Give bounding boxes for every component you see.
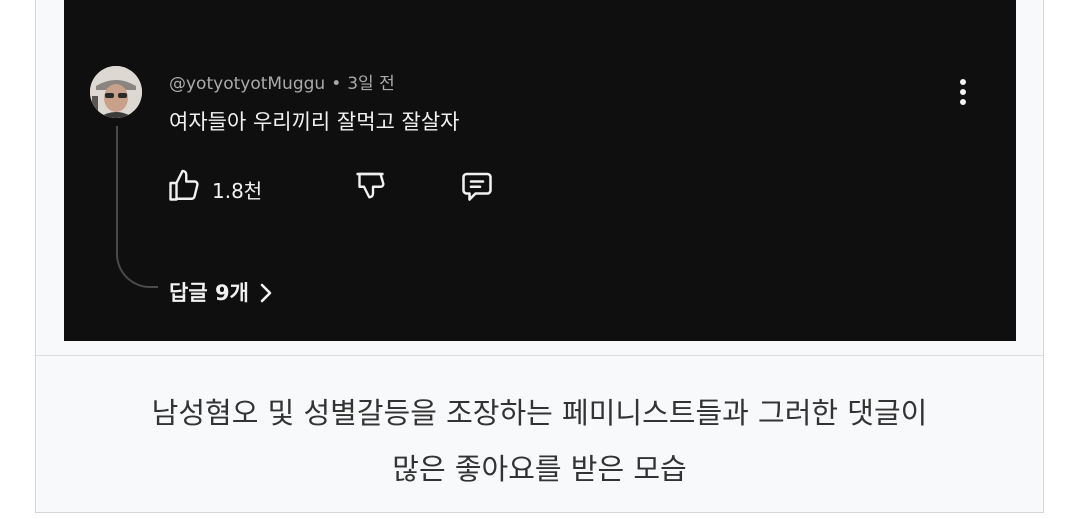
view-replies-button[interactable]: 답글 9개: [169, 277, 273, 307]
caption-line-2: 많은 좋아요를 받은 모습: [392, 452, 687, 486]
comment-timestamp[interactable]: 3일 전: [347, 74, 395, 94]
comment-screenshot: @yotyotyotMuggu • 3일 전 여자들아 우리끼리 잘먹고 잘살자 1…: [64, 0, 1016, 341]
comment-text: 여자들아 우리끼리 잘먹고 잘살자: [169, 110, 460, 134]
avatar[interactable]: [90, 66, 142, 118]
chevron-right-icon: [260, 283, 272, 303]
more-vert-icon[interactable]: [952, 76, 974, 108]
image-figure: @yotyotyotMuggu • 3일 전 여자들아 우리끼리 잘먹고 잘살자 1…: [35, 0, 1044, 513]
avatar-photo-icon: [90, 66, 142, 118]
thumbs-up-icon[interactable]: [166, 168, 202, 204]
header-separator: •: [331, 74, 342, 94]
caption-line-1: 남성혐오 및 성별갈등을 조장하는 페미니스트들과 그러한 댓글이: [151, 396, 928, 430]
comment-header: @yotyotyotMuggu • 3일 전: [169, 69, 395, 94]
comment-reply-icon[interactable]: [459, 168, 495, 204]
author-handle[interactable]: @yotyotyotMuggu: [169, 74, 325, 94]
like-count: 1.8천: [212, 179, 263, 203]
image-caption: 남성혐오 및 성별갈등을 조장하는 페미니스트들과 그러한 댓글이 많은 좋아요…: [36, 385, 1043, 497]
replies-label: 답글 9개: [169, 281, 249, 305]
reply-thread-line: [116, 126, 158, 288]
caption-divider: [36, 355, 1043, 356]
thumbs-down-icon[interactable]: [352, 168, 388, 204]
